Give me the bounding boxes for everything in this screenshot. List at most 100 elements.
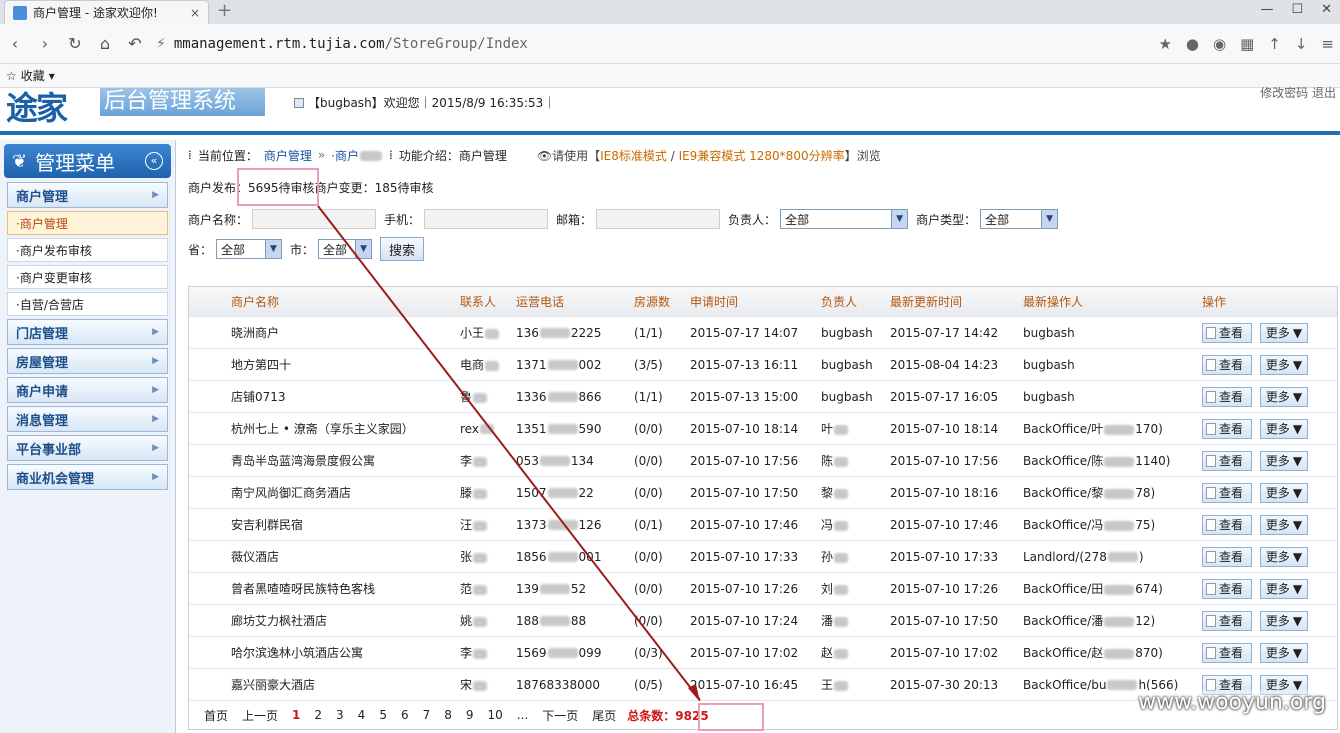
prev-page-link[interactable]: 上一页 xyxy=(237,707,283,724)
page-link[interactable]: 10 xyxy=(483,708,508,722)
welcome-text: 【bugbash】欢迎您｜2015/8/9 16:35:53｜ xyxy=(308,96,556,110)
sidebar-group-house[interactable]: 房屋管理 ▶ xyxy=(7,348,168,374)
breadcrumb-link-sub[interactable]: ·商户 xyxy=(331,147,383,164)
favorites-bar: ☆ 收藏 ▾ xyxy=(0,64,1340,88)
sidebar-group-message[interactable]: 消息管理 ▶ xyxy=(7,406,168,432)
browser-tab[interactable]: 商户管理 - 途家欢迎你! × xyxy=(4,0,209,24)
operator: BackOffice/黎 78) xyxy=(1023,486,1156,500)
grid-icon: ⁞ xyxy=(188,148,192,162)
operator: BackOffice/叶 170) xyxy=(1023,422,1163,436)
more-button[interactable]: 更多 ▼ xyxy=(1260,578,1308,599)
more-button[interactable]: 更多 ▼ xyxy=(1260,482,1308,503)
annotation-box-pending xyxy=(237,168,319,206)
email-input[interactable] xyxy=(596,209,721,229)
page-link[interactable]: ... xyxy=(512,708,533,722)
view-button[interactable]: 查看 xyxy=(1202,322,1252,343)
first-page-link[interactable]: 首页 xyxy=(199,707,233,724)
more-button[interactable]: 更多 ▼ xyxy=(1260,546,1308,567)
city-select[interactable]: 全部 ▼ xyxy=(318,239,373,259)
favorites-dropdown-icon[interactable]: ▾ xyxy=(49,69,55,83)
page-link[interactable]: 3 xyxy=(331,708,349,722)
more-button[interactable]: 更多 ▼ xyxy=(1260,514,1308,535)
sidebar-group-business[interactable]: 商业机会管理 ▶ xyxy=(7,464,168,490)
room-count: (0/0) xyxy=(634,549,663,564)
page-link[interactable]: 8 xyxy=(439,708,457,722)
forward-icon[interactable]: › xyxy=(36,34,54,53)
next-page-link[interactable]: 下一页 xyxy=(537,707,583,724)
view-button[interactable]: 查看 xyxy=(1202,610,1252,631)
contact: 李 xyxy=(460,644,516,661)
undo-icon[interactable]: ↶ xyxy=(126,34,144,53)
reload-icon[interactable]: ↻ xyxy=(66,34,84,53)
more-button[interactable]: 更多 ▼ xyxy=(1260,610,1308,631)
url-text[interactable]: mmanagement.rtm.tujia.com/StoreGroup/Ind… xyxy=(174,36,528,52)
more-button[interactable]: 更多 ▼ xyxy=(1260,450,1308,471)
sidebar-item-merchant-manage[interactable]: ·商户管理 xyxy=(7,211,168,235)
apps-icon[interactable]: ▦ xyxy=(1240,35,1254,53)
page-link[interactable]: 9 xyxy=(461,708,479,722)
table-row: 晓洲商户 小王 136 2225 (1/1) 2015-07-17 14:07 bugbas… xyxy=(189,317,1337,349)
view-button[interactable]: 查看 xyxy=(1202,354,1252,375)
back-icon[interactable]: ‹ xyxy=(6,34,24,53)
menu-icon[interactable]: ≡ xyxy=(1321,35,1334,53)
more-button[interactable]: 更多 ▼ xyxy=(1260,418,1308,439)
sidebar-group-apply[interactable]: 商户申请 ▶ xyxy=(7,377,168,403)
more-button[interactable]: 更多 ▼ xyxy=(1260,386,1308,407)
merchant-name: 安吉利群民宿 xyxy=(231,518,304,532)
view-button[interactable]: 查看 xyxy=(1202,546,1252,567)
search-button[interactable]: 搜索 xyxy=(380,237,425,261)
sidebar-group-store[interactable]: 门店管理 ▶ xyxy=(7,319,168,345)
phone-input[interactable] xyxy=(424,209,549,229)
view-button[interactable]: 查看 xyxy=(1202,578,1252,599)
sidebar-item-self-joint[interactable]: ·自营/合营店 xyxy=(7,292,168,316)
page-link[interactable]: 7 xyxy=(418,708,436,722)
view-button[interactable]: 查看 xyxy=(1202,642,1252,663)
new-tab-icon[interactable]: + xyxy=(217,0,232,24)
province-select[interactable]: 全部 ▼ xyxy=(216,239,283,259)
update-time: 2015-07-10 17:46 xyxy=(890,517,999,532)
merchant-name: 曾者黑喳喳呀民族特色客栈 xyxy=(231,582,376,596)
view-button[interactable]: 查看 xyxy=(1202,514,1252,535)
more-button[interactable]: 更多 ▼ xyxy=(1260,322,1308,343)
page-link[interactable]: 1 xyxy=(287,708,305,722)
dropdown-icon: ▼ xyxy=(1292,485,1303,500)
sidebar-group-platform[interactable]: 平台事业部 ▶ xyxy=(7,435,168,461)
sidebar-item-change-review[interactable]: ·商户变更审核 xyxy=(7,265,168,289)
collapse-icon[interactable]: « xyxy=(145,152,163,170)
view-button[interactable]: 查看 xyxy=(1202,386,1252,407)
sidebar-item-publish-review[interactable]: ·商户发布审核 xyxy=(7,238,168,262)
page-link[interactable]: 2 xyxy=(309,708,327,722)
more-button[interactable]: 更多 ▼ xyxy=(1260,642,1308,663)
extension-icon[interactable]: ● xyxy=(1186,35,1199,53)
view-button[interactable]: 查看 xyxy=(1202,482,1252,503)
sidebar-group-merchant[interactable]: 商户管理 ▶ xyxy=(7,182,168,208)
star-icon[interactable]: ★ xyxy=(1158,35,1171,53)
page-link[interactable]: 5 xyxy=(374,708,392,722)
minimize-icon[interactable]: — xyxy=(1260,2,1273,17)
favorites-label[interactable]: 收藏 xyxy=(21,67,45,84)
view-button[interactable]: 查看 xyxy=(1202,450,1252,471)
more-button[interactable]: 更多 ▼ xyxy=(1260,354,1308,375)
upload-icon[interactable]: ↑ xyxy=(1268,35,1281,53)
menu-title: 管理菜单 xyxy=(35,150,116,175)
download-icon[interactable]: ↓ xyxy=(1295,35,1308,53)
last-page-link[interactable]: 尾页 xyxy=(587,707,621,724)
merchant-type-select[interactable]: 全部 ▼ xyxy=(980,209,1059,229)
header-links[interactable]: 修改密码 退出 xyxy=(1260,84,1336,101)
breadcrumb-link-merchant[interactable]: 商户管理 xyxy=(264,147,312,164)
maximize-icon[interactable]: ☐ xyxy=(1291,2,1303,17)
page-link[interactable]: 6 xyxy=(396,708,414,722)
address-bar[interactable]: ⚡ mmanagement.rtm.tujia.com/StoreGroup/I… xyxy=(156,30,1146,58)
change-pending-count[interactable]: 185待审核 xyxy=(375,179,434,196)
dropdown-icon: ▼ xyxy=(1292,517,1303,532)
chat-icon[interactable]: ◉ xyxy=(1213,35,1226,53)
phone: 1336 866 xyxy=(516,389,602,404)
owner-select[interactable]: 全部 ▼ xyxy=(780,209,909,229)
close-window-icon[interactable]: ✕ xyxy=(1321,2,1332,17)
merchant-name-input[interactable] xyxy=(252,209,377,229)
home-icon[interactable]: ⌂ xyxy=(96,34,114,53)
room-count: (0/0) xyxy=(634,581,663,596)
page-link[interactable]: 4 xyxy=(353,708,371,722)
view-button[interactable]: 查看 xyxy=(1202,418,1252,439)
close-tab-icon[interactable]: × xyxy=(190,6,200,20)
